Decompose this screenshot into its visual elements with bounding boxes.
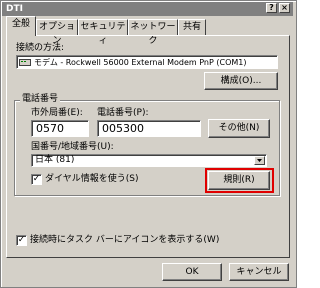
configure-button[interactable]: 構成(O)...: [204, 72, 278, 90]
connect-using-label: 接続の方法:: [16, 43, 65, 53]
cancel-button[interactable]: キャンセル: [229, 263, 289, 281]
title-bar[interactable]: DTI: [2, 2, 293, 16]
help-button[interactable]: ?: [266, 3, 277, 13]
other-button[interactable]: その他(N): [208, 119, 270, 138]
taskbar-icon-label: 接続時にタスク バーにアイコンを表示する(W): [30, 235, 220, 245]
rules-button[interactable]: 規則(R): [208, 171, 270, 190]
phone-number-input[interactable]: 005300: [97, 120, 201, 137]
country-code-label: 国番号/地域番号(U):: [31, 142, 114, 152]
close-button[interactable]: ×: [279, 3, 290, 13]
modem-icon: [19, 58, 31, 66]
tab-network[interactable]: ネットワーク: [128, 19, 178, 46]
window-title: DTI: [6, 4, 23, 14]
area-code-label: 市外局番(E):: [31, 108, 83, 118]
tab-general[interactable]: 全般: [6, 16, 36, 36]
ok-button[interactable]: OK: [162, 263, 222, 281]
country-code-value: 日本 (81): [35, 155, 75, 165]
device-display: モデム - Rockwell 56000 External Modem PnP …: [16, 55, 278, 69]
phone-number-value: 005300: [102, 122, 144, 135]
country-code-select[interactable]: 日本 (81): [31, 154, 267, 167]
area-code-value: 0570: [36, 122, 64, 135]
area-code-input[interactable]: 0570: [31, 120, 89, 137]
dialing-rules-checkbox[interactable]: ✓: [31, 174, 42, 185]
dialing-rules-label: ダイヤル情報を使う(S): [45, 174, 139, 184]
tab-sharing[interactable]: 共有: [178, 19, 206, 35]
tab-security[interactable]: セキュリティ: [78, 19, 128, 46]
phone-number-label: 電話番号(P):: [97, 108, 149, 118]
chevron-down-icon[interactable]: [254, 156, 265, 165]
device-name: モデム - Rockwell 56000 External Modem PnP …: [34, 58, 247, 67]
tab-options[interactable]: オプション: [36, 19, 78, 46]
taskbar-icon-checkbox[interactable]: ✓: [16, 235, 27, 246]
phone-number-group-title: 電話番号: [20, 94, 61, 105]
